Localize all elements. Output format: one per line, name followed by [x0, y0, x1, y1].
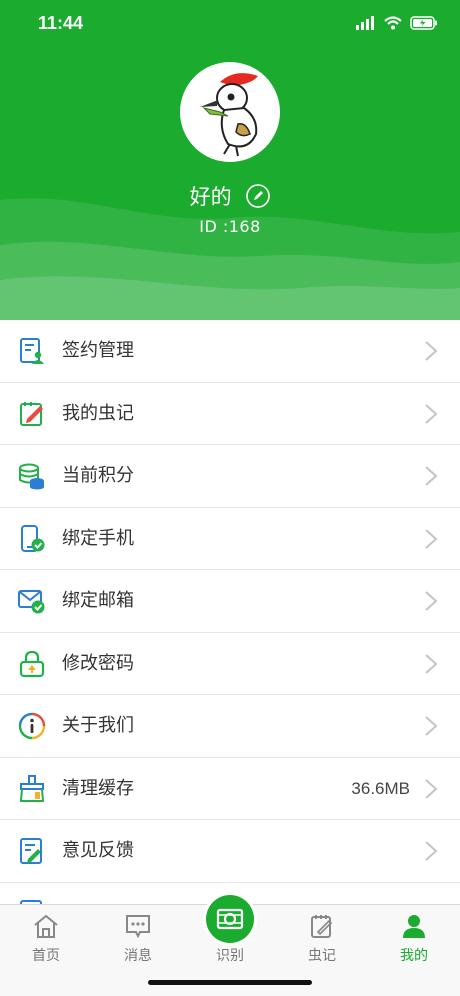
nickname-row: 好的: [0, 181, 460, 211]
chevron-right-icon: [425, 341, 438, 361]
phone-check-icon: [21, 524, 45, 552]
menu-label: 绑定邮箱: [62, 590, 134, 611]
avatar[interactable]: [180, 62, 280, 162]
menu-label: 签约管理: [62, 340, 134, 361]
menu-item-contract-management[interactable]: 签约管理: [0, 320, 460, 383]
chevron-right-icon: [425, 403, 438, 424]
lock-icon: [19, 650, 45, 677]
chevron-right-icon: [425, 778, 438, 799]
user-id: ID :168: [199, 217, 261, 236]
menu-label: 关于我们: [62, 715, 134, 736]
battery-icon: [410, 16, 437, 30]
coins-icon: [19, 463, 44, 490]
nickname: 好的: [189, 185, 232, 209]
edit-pencil-icon[interactable]: [246, 184, 271, 208]
chevron-right-icon: [425, 528, 438, 549]
menu-item-clear-cache[interactable]: 清理缓存 36.6MB: [0, 757, 460, 820]
cache-size-value: 36.6MB: [351, 778, 410, 798]
message-icon: [126, 915, 150, 939]
bird-mascot-icon: [200, 73, 258, 157]
menu-label: 我的虫记: [62, 402, 134, 424]
status-icons: [356, 16, 438, 30]
scan-button[interactable]: [206, 895, 254, 943]
tab-me[interactable]: 我的: [368, 905, 460, 965]
status-bar: 11:44: [0, 0, 460, 50]
tab-home[interactable]: 首页: [0, 905, 92, 965]
notebook-pen-icon: [20, 401, 43, 426]
tab-messages[interactable]: 消息: [92, 905, 184, 965]
tab-identify[interactable]: 识别: [184, 895, 276, 965]
chevron-right-icon: [425, 841, 438, 861]
feedback-icon: [20, 838, 42, 864]
tab-label: 识别: [216, 948, 244, 964]
notebook-icon: [311, 915, 333, 938]
mail-check-icon: [18, 590, 45, 614]
menu-item-about-us[interactable]: 关于我们: [0, 695, 460, 758]
chevron-right-icon: [425, 591, 438, 611]
settings-menu: 签约管理 我的虫记 当前积分 绑定手机 绑定邮箱 修改密码 关于我们 清理缓存 …: [0, 320, 460, 926]
chevron-right-icon: [425, 716, 438, 736]
home-icon: [34, 914, 58, 938]
camera-icon: [216, 908, 244, 930]
tab-label: 消息: [124, 948, 152, 964]
info-icon: [18, 712, 46, 740]
tab-label: 虫记: [308, 948, 336, 964]
menu-item-change-password[interactable]: 修改密码: [0, 632, 460, 695]
contract-icon: [20, 338, 44, 364]
menu-item-feedback[interactable]: 意见反馈: [0, 820, 460, 883]
tab-label: 首页: [32, 948, 60, 964]
menu-item-bind-phone[interactable]: 绑定手机: [0, 507, 460, 570]
chevron-right-icon: [425, 653, 438, 674]
chevron-right-icon: [425, 466, 438, 486]
profile-header: 11:44 好的 ID:168: [0, 0, 460, 320]
menu-label: 绑定手机: [62, 527, 134, 549]
menu-label: 意见反馈: [62, 840, 134, 861]
status-time: 11:44: [38, 13, 84, 33]
user-icon: [403, 915, 425, 938]
menu-label: 当前积分: [62, 465, 134, 486]
menu-label: 清理缓存: [62, 777, 134, 799]
menu-item-bind-email[interactable]: 绑定邮箱: [0, 570, 460, 633]
menu-item-current-points[interactable]: 当前积分: [0, 445, 460, 508]
tab-insect-notes[interactable]: 虫记: [276, 905, 368, 965]
menu-label: 修改密码: [62, 652, 134, 674]
broom-icon: [19, 774, 45, 802]
tab-label: 我的: [400, 948, 428, 964]
signal-icon: [356, 16, 374, 30]
wifi-icon: [384, 16, 402, 30]
home-indicator: [148, 980, 312, 985]
menu-item-my-insect-notes[interactable]: 我的虫记: [0, 382, 460, 445]
